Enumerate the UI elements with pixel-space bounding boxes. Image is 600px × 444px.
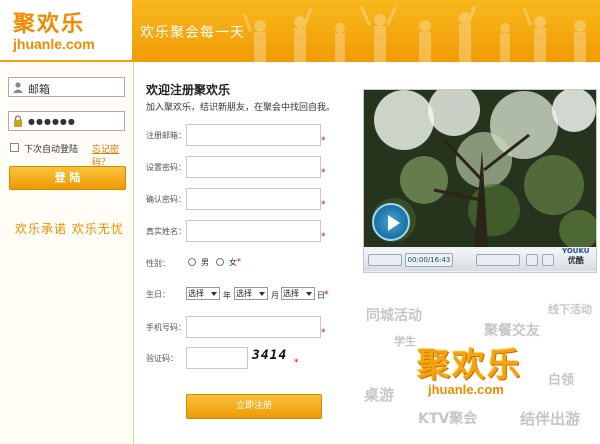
gender-male-radio[interactable] bbox=[188, 258, 196, 266]
birth-month-select[interactable]: 选择 bbox=[234, 287, 268, 300]
tag-local-events[interactable]: 同城活动 bbox=[366, 305, 422, 325]
promise-text: 欢乐承诺 欢乐无忧 bbox=[15, 222, 124, 236]
video-screen[interactable] bbox=[364, 90, 596, 247]
tag-travel-together[interactable]: 结伴出游 bbox=[520, 408, 580, 429]
email-login-input[interactable]: 邮箱 bbox=[8, 77, 125, 97]
tag-offline-events[interactable]: 线下活动 bbox=[548, 301, 592, 317]
register-password-input[interactable] bbox=[186, 156, 321, 178]
required-mark: * bbox=[321, 328, 326, 338]
required-mark: * bbox=[294, 358, 299, 368]
year-label: 年 bbox=[223, 291, 231, 300]
birth-day-select[interactable]: 选择 bbox=[281, 287, 315, 300]
logo-text-en: jhuanle.com bbox=[13, 36, 95, 52]
remember-checkbox[interactable] bbox=[10, 143, 19, 152]
password-label: 设置密码： bbox=[146, 163, 186, 172]
realname-label: 真实姓名： bbox=[146, 227, 186, 236]
password-login-input[interactable]: ●●●●●● bbox=[8, 111, 125, 131]
required-mark: * bbox=[321, 136, 326, 146]
header-banner: 聚欢乐 jhuanle.com 欢乐聚会每一天 bbox=[0, 0, 600, 62]
password-mask: ●●●●●● bbox=[28, 117, 76, 126]
lock-icon bbox=[14, 115, 22, 127]
video-player: 00:00/16:43 YOUKU 优酷 bbox=[363, 89, 597, 273]
required-mark: * bbox=[321, 168, 326, 178]
phone-label: 手机号码： bbox=[146, 323, 186, 332]
settings-icon[interactable] bbox=[526, 254, 538, 266]
captcha-input[interactable] bbox=[186, 347, 248, 369]
register-subtitle: 加入聚欢乐，结识新朋友，在聚会中找回自我。 bbox=[146, 103, 336, 113]
tag-students[interactable]: 学生 bbox=[394, 333, 416, 349]
email-placeholder: 邮箱 bbox=[28, 83, 50, 96]
brand-big-logo: 聚欢乐 bbox=[417, 345, 522, 384]
required-mark: * bbox=[321, 232, 326, 242]
logo[interactable]: 聚欢乐 jhuanle.com bbox=[0, 0, 132, 62]
birth-year-select[interactable]: 选择 bbox=[186, 287, 220, 300]
volume-slider[interactable] bbox=[476, 254, 520, 266]
gender-male-label: 男 bbox=[201, 258, 209, 267]
crowd-silhouette-icon bbox=[242, 6, 586, 62]
tag-ktv-party[interactable]: KTV聚会 bbox=[418, 408, 477, 428]
realname-input[interactable] bbox=[186, 220, 321, 242]
gender-female-label: 女 bbox=[229, 258, 237, 267]
required-mark: * bbox=[321, 200, 326, 210]
gender-group: 男 女 * bbox=[188, 257, 258, 269]
logo-text-cn: 聚欢乐 bbox=[13, 12, 86, 37]
video-time: 00:00/16:43 bbox=[405, 253, 453, 267]
login-button[interactable]: 登 陆 bbox=[9, 166, 126, 190]
youku-logo[interactable]: YOUKU 优酷 bbox=[562, 247, 589, 265]
remember-row: 下次自动登陆 忘记密码？ bbox=[10, 142, 130, 168]
fullscreen-icon[interactable] bbox=[542, 254, 554, 266]
month-label: 月 bbox=[271, 291, 279, 300]
register-submit-button[interactable]: 立即注册 bbox=[186, 394, 322, 419]
forgot-password-link[interactable]: 忘记密码？ bbox=[92, 142, 130, 168]
register-title: 欢迎注册聚欢乐 bbox=[146, 83, 231, 97]
user-icon bbox=[13, 82, 23, 93]
play-button[interactable] bbox=[372, 203, 410, 241]
tag-board-games[interactable]: 桌游 bbox=[364, 384, 394, 405]
captcha-image[interactable]: 3414 bbox=[252, 348, 298, 370]
youku-brand-top: YOUKU bbox=[562, 247, 590, 255]
brand-big-url: jhuanle.com bbox=[428, 382, 504, 397]
confirm-password-label: 确认密码： bbox=[146, 195, 186, 204]
phone-input[interactable] bbox=[186, 316, 321, 338]
email-label: 注册邮箱： bbox=[146, 131, 186, 140]
required-mark: * bbox=[237, 257, 241, 266]
remember-label: 下次自动登陆 bbox=[24, 145, 79, 155]
captcha-label: 验证码： bbox=[146, 354, 178, 363]
header-slogan: 欢乐聚会每一天 bbox=[140, 25, 245, 41]
register-email-input[interactable] bbox=[186, 124, 321, 146]
play-pause-control[interactable] bbox=[368, 254, 402, 266]
required-mark: * bbox=[324, 290, 329, 300]
birthday-label: 生日： bbox=[146, 290, 170, 299]
tag-dining-social[interactable]: 聚餐交友 bbox=[484, 320, 540, 340]
tag-white-collar[interactable]: 白领 bbox=[548, 369, 574, 388]
confirm-password-input[interactable] bbox=[186, 188, 321, 210]
gender-female-radio[interactable] bbox=[216, 258, 224, 266]
youku-brand-bottom: 优酷 bbox=[567, 256, 584, 265]
gender-label: 性别： bbox=[146, 259, 170, 268]
